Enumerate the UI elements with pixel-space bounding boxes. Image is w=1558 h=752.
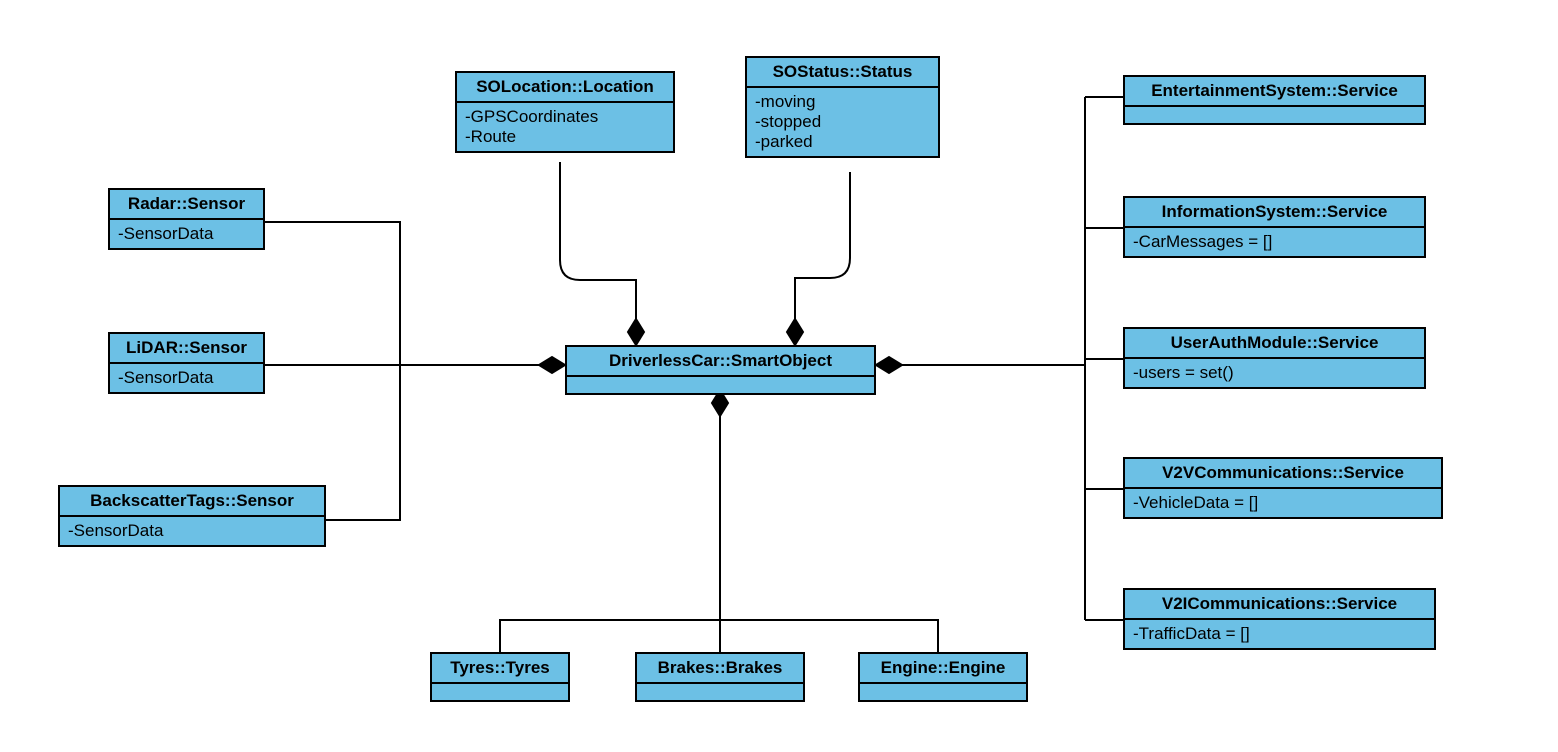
- class-body: -CarMessages = []: [1125, 228, 1424, 256]
- class-title: V2VCommunications::Service: [1125, 459, 1441, 489]
- class-title: Brakes::Brakes: [637, 654, 803, 684]
- diamond-topright-icon: [787, 319, 803, 345]
- class-title: DriverlessCar::SmartObject: [567, 347, 874, 377]
- attr: -VehicleData = []: [1133, 493, 1433, 513]
- class-solocation: SOLocation::Location -GPSCoordinates -Ro…: [455, 71, 675, 153]
- edge-location: [560, 162, 636, 319]
- attr: -users = set(): [1133, 363, 1416, 383]
- class-lidar: LiDAR::Sensor -SensorData: [108, 332, 265, 394]
- class-body: -SensorData: [110, 364, 263, 392]
- class-sostatus: SOStatus::Status -moving -stopped -parke…: [745, 56, 940, 158]
- class-v2v: V2VCommunications::Service -VehicleData …: [1123, 457, 1443, 519]
- class-body: [567, 377, 874, 393]
- edge-backscatter: [325, 365, 400, 520]
- diamond-topleft-icon: [628, 319, 644, 345]
- class-body: -VehicleData = []: [1125, 489, 1441, 517]
- class-body: -users = set(): [1125, 359, 1424, 387]
- attr: -SensorData: [68, 521, 316, 541]
- class-title: EntertainmentSystem::Service: [1125, 77, 1424, 107]
- class-body: [432, 684, 568, 700]
- edge-tyres: [500, 620, 720, 652]
- class-title: BackscatterTags::Sensor: [60, 487, 324, 517]
- attr: -stopped: [755, 112, 930, 132]
- class-title: Tyres::Tyres: [432, 654, 568, 684]
- class-body: [1125, 107, 1424, 123]
- diamond-left-icon: [539, 357, 565, 373]
- diamond-right-icon: [876, 357, 902, 373]
- class-body: -GPSCoordinates -Route: [457, 103, 673, 151]
- attr: -CarMessages = []: [1133, 232, 1416, 252]
- edge-status: [795, 172, 850, 319]
- class-title: UserAuthModule::Service: [1125, 329, 1424, 359]
- attr: -parked: [755, 132, 930, 152]
- class-backscatter: BackscatterTags::Sensor -SensorData: [58, 485, 326, 547]
- attr: -SensorData: [118, 368, 255, 388]
- class-v2i: V2ICommunications::Service -TrafficData …: [1123, 588, 1436, 650]
- class-brakes: Brakes::Brakes: [635, 652, 805, 702]
- class-title: InformationSystem::Service: [1125, 198, 1424, 228]
- class-title: SOStatus::Status: [747, 58, 938, 88]
- class-body: -moving -stopped -parked: [747, 88, 938, 156]
- class-driverlesscar: DriverlessCar::SmartObject: [565, 345, 876, 395]
- class-body: [860, 684, 1026, 700]
- class-title: LiDAR::Sensor: [110, 334, 263, 364]
- class-radar: Radar::Sensor -SensorData: [108, 188, 265, 250]
- attr: -GPSCoordinates: [465, 107, 665, 127]
- class-title: Engine::Engine: [860, 654, 1026, 684]
- attr: -SensorData: [118, 224, 255, 244]
- class-userauth: UserAuthModule::Service -users = set(): [1123, 327, 1426, 389]
- attr: -TrafficData = []: [1133, 624, 1426, 644]
- class-body: -SensorData: [60, 517, 324, 545]
- edge-radar: [265, 222, 400, 365]
- class-title: V2ICommunications::Service: [1125, 590, 1434, 620]
- edge-engine: [720, 620, 938, 652]
- class-information: InformationSystem::Service -CarMessages …: [1123, 196, 1426, 258]
- class-title: Radar::Sensor: [110, 190, 263, 220]
- class-title: SOLocation::Location: [457, 73, 673, 103]
- class-entertainment: EntertainmentSystem::Service: [1123, 75, 1426, 125]
- attr: -moving: [755, 92, 930, 112]
- class-body: -SensorData: [110, 220, 263, 248]
- class-body: -TrafficData = []: [1125, 620, 1434, 648]
- class-tyres: Tyres::Tyres: [430, 652, 570, 702]
- class-engine: Engine::Engine: [858, 652, 1028, 702]
- attr: -Route: [465, 127, 665, 147]
- class-body: [637, 684, 803, 700]
